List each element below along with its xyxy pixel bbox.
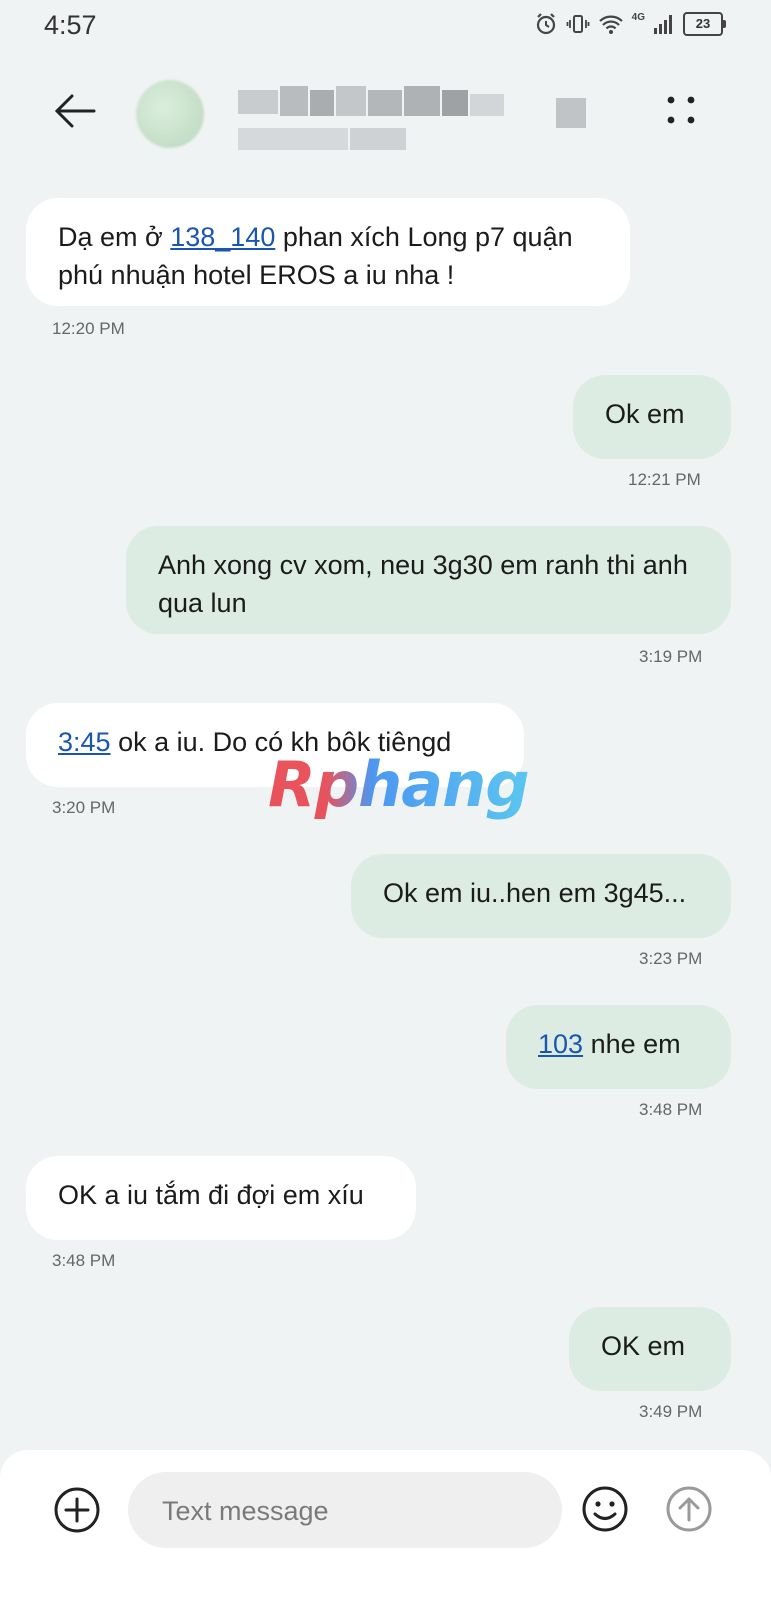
vibrate-icon [566, 15, 590, 33]
wifi-icon [598, 15, 623, 34]
message-outgoing[interactable]: Ok em iu..hen em 3g45... [351, 854, 731, 938]
message-link[interactable]: 3:45 [58, 727, 111, 757]
message-input[interactable] [160, 1490, 534, 1532]
contact-avatar[interactable] [136, 80, 204, 148]
message-outgoing[interactable]: OK em [569, 1307, 731, 1391]
message-outgoing[interactable]: Anh xong cv xom, neu 3g30 em ranh thi an… [126, 526, 731, 634]
more-vertical-icon[interactable] [661, 90, 701, 130]
message-composer [0, 1450, 771, 1600]
contact-name-redacted[interactable] [238, 70, 618, 162]
alarm-icon [536, 13, 555, 35]
status-time: 4:57 [44, 10, 97, 40]
watermark-logo: Rphang [268, 748, 530, 821]
message-timestamp: 3:48 PM [52, 1251, 116, 1270]
status-bar: 4:57 4G 23 [0, 0, 771, 52]
conversation-header [0, 52, 771, 172]
arrow-left-icon[interactable] [50, 86, 100, 136]
message-timestamp: 3:20 PM [52, 798, 116, 817]
message-incoming[interactable]: Dạ em ở 138_140 phan xích Long p7 quận p… [26, 198, 630, 306]
add-circle-icon[interactable] [52, 1485, 102, 1535]
message-timestamp: 12:21 PM [628, 470, 701, 489]
message-outgoing[interactable]: Ok em [573, 375, 731, 459]
message-input-container[interactable] [128, 1472, 562, 1548]
battery-icon: 23 [683, 12, 726, 36]
signal-icon [654, 15, 672, 34]
message-link[interactable]: 103 [538, 1029, 583, 1059]
message-timestamp: 12:20 PM [52, 319, 125, 338]
message-link[interactable]: 138_140 [170, 222, 275, 252]
message-timestamp: 3:19 PM [639, 647, 703, 666]
message-timestamp: 3:49 PM [639, 1402, 703, 1421]
message-outgoing[interactable]: 103 nhe em [506, 1005, 731, 1089]
send-arrow-up-icon[interactable] [664, 1484, 714, 1534]
message-incoming[interactable]: OK a iu tắm đi đợi em xíu [26, 1156, 416, 1240]
emoji-icon[interactable] [580, 1484, 630, 1534]
message-timestamp: 3:48 PM [639, 1100, 703, 1119]
message-timestamp: 3:23 PM [639, 949, 703, 968]
network-type-label: 4G [631, 12, 645, 23]
status-icons: 4G 23 [534, 12, 726, 36]
